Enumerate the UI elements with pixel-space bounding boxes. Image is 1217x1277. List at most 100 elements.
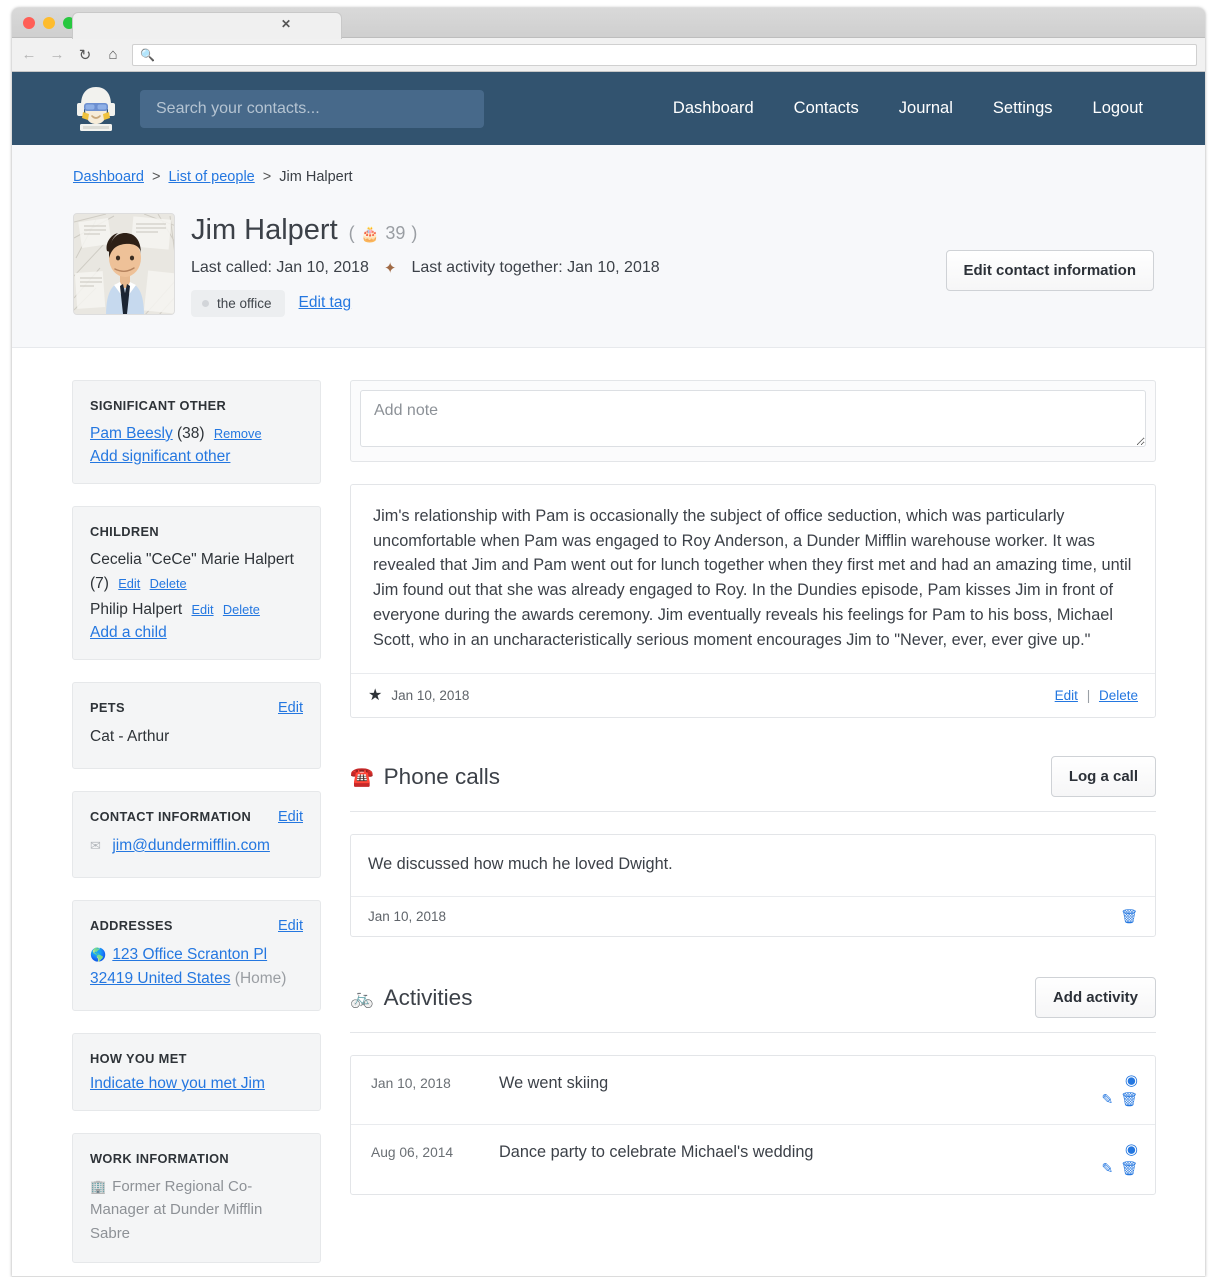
card-title-contact-information: CONTACT INFORMATION [90,808,252,824]
global-search-input[interactable] [140,89,484,128]
contact-avatar[interactable] [73,213,175,315]
child-name: Philip Halpert [90,600,183,618]
activity-row: Aug 06, 2014 Dance party to celebrate Mi… [351,1125,1155,1194]
activity-date: Jan 10, 2018 [371,1076,451,1092]
nav-link-settings[interactable]: Settings [973,99,1073,118]
card-significant-other: SIGNIFICANT OTHER Pam Beesly (38) Remove… [72,379,321,484]
indicate-how-you-met-link[interactable]: Indicate how you met Jim [90,1075,265,1093]
phone-calls-title-text: Phone calls [383,763,500,789]
activity-row: Jan 10, 2018 We went skiing ◉ ✎ 🗑 [351,1056,1155,1126]
phone-call-card: We discussed how much he loved Dwight. J… [350,834,1156,938]
edit-contact-information-link[interactable]: Edit [278,809,303,825]
building-icon: 🏢 [90,1179,107,1195]
note-actions: Edit | Delete [1055,688,1138,703]
note-card: Jim's relationship with Pam is occasiona… [350,483,1156,719]
delete-note-link[interactable]: Delete [1099,688,1138,703]
breadcrumb-link-list-of-people[interactable]: List of people [168,169,254,185]
activities-section-header: 🚲 Activities Add activity [350,977,1156,1034]
address-bar[interactable]: 🔍 [132,43,1197,66]
breadcrumb-separator: > [262,169,272,185]
home-icon[interactable]: ⌂ [104,46,122,64]
breadcrumb-current: Jim Halpert [279,169,353,185]
contact-meta: Jim Halpert ( 🎂 39 ) Last called: Jan 10… [191,213,660,317]
trash-icon[interactable]: 🗑 [1120,1092,1138,1106]
forward-arrow-icon[interactable]: → [48,46,66,64]
browser-tab[interactable]: ✕ [72,12,342,39]
edit-tag-link[interactable]: Edit tag [299,294,352,312]
contact-age: ( 🎂 39 ) [348,223,418,243]
significant-other-age: (38) [177,424,205,442]
pet-row: Cat - Arthur [90,727,170,745]
breadcrumb-link-dashboard[interactable]: Dashboard [73,169,144,185]
star-icon[interactable]: ★ [368,685,382,705]
edit-pets-link[interactable]: Edit [278,700,303,716]
activities-list: Jan 10, 2018 We went skiing ◉ ✎ 🗑 Aug 06… [350,1055,1156,1196]
nav-link-journal[interactable]: Journal [879,99,973,118]
edit-contact-information-button[interactable]: Edit contact information [945,250,1154,291]
note-date: Jan 10, 2018 [391,687,470,703]
envelope-icon: ✉ [90,837,101,853]
card-title-children: CHILDREN [90,523,159,539]
card-addresses: ADDRESSES Edit 🌎 123 Office Scranton Pl … [72,899,321,1012]
app-navbar: Dashboard Contacts Journal Settings Logo… [12,72,1205,145]
eye-icon[interactable]: ◉ [1125,1142,1138,1157]
primary-nav: Dashboard Contacts Journal Settings Logo… [653,99,1143,118]
add-note-input[interactable] [360,389,1146,447]
card-pets: PETS Edit Cat - Arthur [72,681,321,769]
reload-icon[interactable]: ↻ [76,46,94,64]
tag-chip[interactable]: the office [191,289,285,317]
add-a-child-link[interactable]: Add a child [90,624,167,642]
nav-link-dashboard[interactable]: Dashboard [653,99,774,118]
activity-actions: ◉ ✎ 🗑 [1080,1142,1138,1179]
add-significant-other-link[interactable]: Add significant other [90,448,230,466]
breadcrumb: Dashboard > List of people > Jim Halpert [73,169,1143,185]
edit-child-link[interactable]: Edit [118,576,140,591]
eye-icon[interactable]: ◉ [1125,1073,1138,1088]
last-activity-text: Last activity together: Jan 10, 2018 [411,258,660,276]
remove-significant-other-link[interactable]: Remove [214,426,262,441]
back-arrow-icon[interactable]: ← [20,46,38,64]
edit-child-link[interactable]: Edit [192,602,214,617]
email-link[interactable]: jim@dundermifflin.com [112,837,270,854]
card-title-how-you-met: HOW YOU MET [90,1051,187,1067]
phone-calls-section-header: ☎️ Phone calls Log a call [350,756,1156,813]
edit-note-link[interactable]: Edit [1055,688,1078,703]
contact-main-content: Jim's relationship with Pam is occasiona… [350,379,1156,1236]
edit-icon[interactable]: ✎ [1101,1161,1113,1175]
screenshot-root: ✕ ← → ↻ ⌂ 🔍 Search your contacts... Dash… [0,0,1217,1277]
globe-icon: 🌎 [90,946,107,962]
edit-addresses-link[interactable]: Edit [278,918,303,934]
trash-icon[interactable]: 🗑 [1120,1161,1138,1175]
trash-icon[interactable]: 🗑 [1120,908,1138,925]
significant-other-link[interactable]: Pam Beesly [90,425,173,442]
card-how-you-met: HOW YOU MET Indicate how you met Jim [72,1033,321,1112]
edit-icon[interactable]: ✎ [1101,1092,1113,1106]
add-activity-button[interactable]: Add activity [1034,977,1156,1019]
activity-title: Dance party to celebrate Michael's weddi… [499,1143,814,1162]
browser-window: ✕ ← → ↻ ⌂ 🔍 Search your contacts... Dash… [12,8,1205,1277]
contact-sidebar: SIGNIFICANT OTHER Pam Beesly (38) Remove… [72,379,321,1276]
nav-link-logout[interactable]: Logout [1073,99,1143,118]
address-type: (Home) [234,970,287,987]
note-action-separator: | [1086,687,1091,703]
card-title-significant-other: SIGNIFICANT OTHER [90,397,227,413]
nav-link-contacts[interactable]: Contacts [774,99,879,118]
add-note-container [350,379,1156,462]
contact-age-value: 39 [385,223,406,243]
log-a-call-button[interactable]: Log a call [1050,756,1156,798]
browser-titlebar: ✕ [12,8,1205,39]
activities-title-text: Activities [383,984,473,1010]
bicycle-icon: 🚲 [350,987,374,1009]
window-controls[interactable] [23,17,75,29]
monica-avatar-logo-icon[interactable] [73,82,119,135]
telephone-icon: ☎️ [350,766,374,788]
tab-close-icon[interactable]: ✕ [281,18,291,30]
delete-child-link[interactable]: Delete [150,576,187,591]
address-row: 🌎 123 Office Scranton Pl 32419 United St… [90,943,303,991]
activity-date: Aug 06, 2014 [371,1145,454,1161]
minimize-window-button[interactable] [43,17,55,29]
breadcrumb-separator: > [151,169,161,185]
phone-call-body: We discussed how much he loved Dwight. [368,855,673,874]
delete-child-link[interactable]: Delete [223,602,260,617]
close-window-button[interactable] [23,17,35,29]
